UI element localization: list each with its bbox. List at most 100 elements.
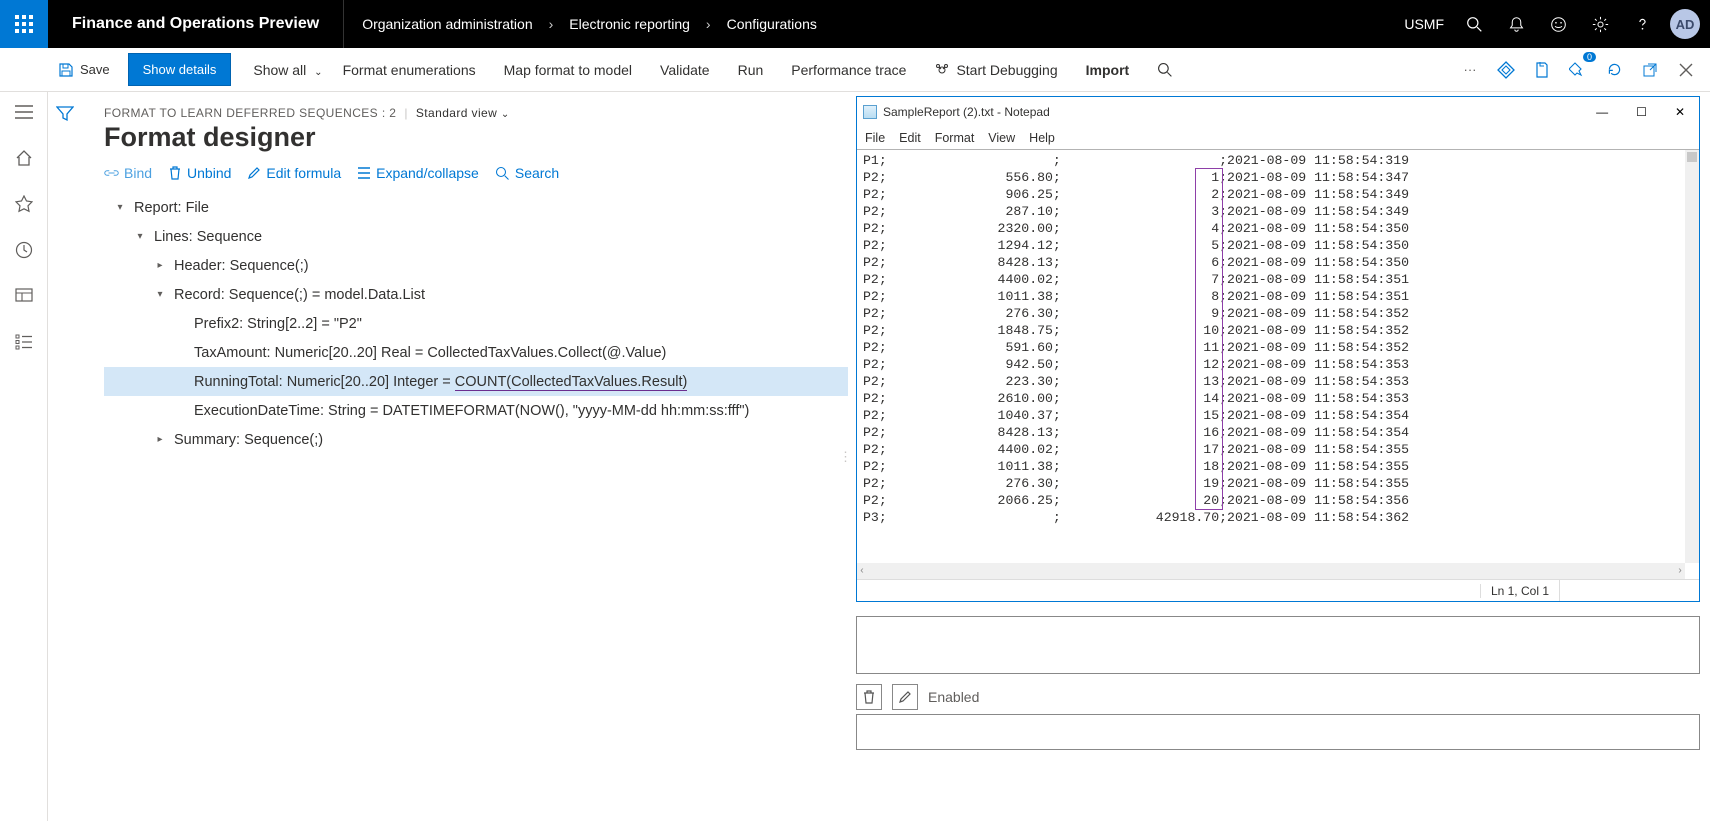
tree-node[interactable]: ▸ Summary: Sequence(;) — [104, 425, 848, 454]
find-button[interactable] — [1143, 54, 1187, 86]
tree-node-label: Summary: Sequence(;) — [174, 432, 323, 448]
expand-collapse-button[interactable]: Expand/collapse — [357, 165, 479, 181]
menu-edit[interactable]: Edit — [899, 131, 921, 145]
performance-trace-button[interactable]: Performance trace — [777, 54, 920, 86]
tree-node[interactable]: ▸ Header: Sequence(;) — [104, 251, 848, 280]
config-path: FORMAT TO LEARN DEFERRED SEQUENCES : 2 — [104, 106, 396, 120]
more-button[interactable]: ··· — [1456, 56, 1484, 84]
notepad-statusbar: Ln 1, Col 1 — [857, 579, 1699, 601]
list-icon — [15, 334, 33, 350]
search-button[interactable]: Search — [495, 165, 559, 181]
maximize-button[interactable]: ☐ — [1636, 105, 1647, 119]
highlight-box — [1195, 168, 1223, 510]
menu-format[interactable]: Format — [935, 131, 975, 145]
tree-node[interactable]: Prefix2: String[2..2] = "P2" — [104, 309, 848, 338]
search-icon — [495, 166, 510, 181]
tree-node[interactable]: TaxAmount: Numeric[20..20] Real = Collec… — [104, 338, 848, 367]
show-details-button[interactable]: Show details — [128, 53, 232, 86]
top-app-bar: Finance and Operations Preview Organizat… — [0, 0, 1710, 48]
scrollbar-vertical[interactable] — [1685, 150, 1699, 563]
modules-button[interactable] — [8, 326, 40, 358]
save-label: Save — [80, 62, 110, 77]
action-bar: Save Show details Show all ⌄ Format enum… — [0, 48, 1710, 92]
feedback-button[interactable] — [1538, 0, 1578, 48]
refresh-button[interactable] — [1600, 56, 1628, 84]
popout-button[interactable] — [1636, 56, 1664, 84]
recent-button[interactable] — [8, 234, 40, 266]
tree-node[interactable]: RunningTotal: Numeric[20..20] Integer = … — [104, 367, 848, 396]
caret-down-icon[interactable]: ▾ — [112, 202, 128, 213]
filter-button[interactable] — [56, 100, 96, 122]
close-button[interactable] — [1672, 56, 1700, 84]
validate-button[interactable]: Validate — [646, 54, 724, 86]
unbind-button[interactable]: Unbind — [168, 165, 231, 181]
import-button[interactable]: Import — [1072, 54, 1144, 86]
hamburger-button[interactable] — [8, 96, 40, 128]
diamond-button[interactable] — [1492, 56, 1520, 84]
tree-node[interactable]: ExecutionDateTime: String = DATETIMEFORM… — [104, 396, 848, 425]
format-enumerations-button[interactable]: Format enumerations — [329, 54, 490, 86]
legal-entity[interactable]: USMF — [1396, 16, 1452, 32]
tree-node[interactable]: ▾Lines: Sequence — [104, 222, 848, 251]
attachments-button[interactable]: 0 — [1564, 56, 1592, 84]
map-format-button[interactable]: Map format to model — [490, 54, 646, 86]
notepad-window: SampleReport (2).txt - Notepad — ☐ ✕ Fil… — [856, 96, 1700, 602]
workspaces-button[interactable] — [8, 280, 40, 312]
save-button[interactable]: Save — [48, 54, 120, 86]
splitter[interactable]: ⋮⋮ — [848, 92, 856, 821]
help-button[interactable] — [1622, 0, 1662, 48]
edit-button[interactable] — [892, 684, 918, 710]
breadcrumb-item[interactable]: Organization administration — [362, 16, 532, 32]
tree-node-label: Header: Sequence(;) — [174, 258, 309, 274]
divider: | — [404, 106, 408, 120]
search-button[interactable] — [1454, 0, 1494, 48]
enabled-input[interactable] — [856, 714, 1700, 750]
tree-node[interactable]: ▾Record: Sequence(;) = model.Data.List — [104, 280, 848, 309]
edit-formula-button[interactable]: Edit formula — [247, 165, 341, 181]
page-title: Format designer — [104, 122, 848, 153]
caret-down-icon[interactable]: ▾ — [132, 231, 148, 242]
menu-help[interactable]: Help — [1029, 131, 1055, 145]
actionbar-right-icons: ··· 0 — [1456, 56, 1710, 84]
favorites-button[interactable] — [8, 188, 40, 220]
start-debugging-button[interactable]: Start Debugging — [920, 54, 1071, 86]
run-button[interactable]: Run — [724, 54, 778, 86]
caret-right-icon[interactable]: ▸ — [152, 260, 168, 271]
notepad-title: SampleReport (2).txt - Notepad — [883, 105, 1050, 119]
notifications-button[interactable] — [1496, 0, 1536, 48]
view-selector[interactable]: Standard view ⌄ — [416, 106, 510, 120]
notepad-icon — [863, 105, 877, 119]
breadcrumb: Organization administration › Electronic… — [344, 16, 835, 32]
breadcrumb-item[interactable]: Configurations — [727, 16, 817, 32]
chevron-down-icon: ⌄ — [314, 67, 322, 78]
app-launcher-button[interactable] — [0, 0, 48, 48]
office-button[interactable] — [1528, 56, 1556, 84]
office-icon — [1534, 61, 1550, 79]
bell-icon — [1508, 16, 1525, 33]
home-button[interactable] — [8, 142, 40, 174]
notepad-text[interactable]: P1; ; ;2021-08-09 11:58:54:319 P2; 556.8… — [857, 149, 1699, 579]
workspace-icon — [15, 288, 33, 304]
close-button[interactable]: ✕ — [1675, 105, 1685, 119]
bind-button[interactable]: Bind — [104, 165, 152, 181]
details-textarea[interactable] — [856, 616, 1700, 674]
tree-node[interactable]: ▾ Report: File — [104, 193, 848, 222]
format-tree: ▾ Report: File ▾Lines: Sequence ▸ Header: Se… — [104, 193, 848, 454]
menu-view[interactable]: View — [988, 131, 1015, 145]
scrollbar-horizontal[interactable]: ‹› — [857, 563, 1685, 579]
close-icon — [1679, 63, 1693, 77]
tree-node-label: TaxAmount: Numeric[20..20] Real = Collec… — [194, 345, 666, 361]
settings-button[interactable] — [1580, 0, 1620, 48]
right-pane: SampleReport (2).txt - Notepad — ☐ ✕ Fil… — [856, 92, 1710, 821]
page-path: FORMAT TO LEARN DEFERRED SEQUENCES : 2 |… — [104, 100, 848, 120]
show-all-label: Show all — [253, 62, 306, 78]
tree-node-label: Report: File — [134, 200, 209, 216]
avatar[interactable]: AD — [1670, 9, 1700, 39]
menu-file[interactable]: File — [865, 131, 885, 145]
caret-down-icon[interactable]: ▾ — [152, 289, 168, 300]
show-all-button[interactable]: Show all ⌄ — [239, 54, 328, 86]
caret-right-icon[interactable]: ▸ — [152, 434, 168, 445]
delete-button[interactable] — [856, 684, 882, 710]
breadcrumb-item[interactable]: Electronic reporting — [569, 16, 690, 32]
minimize-button[interactable]: — — [1596, 105, 1608, 119]
